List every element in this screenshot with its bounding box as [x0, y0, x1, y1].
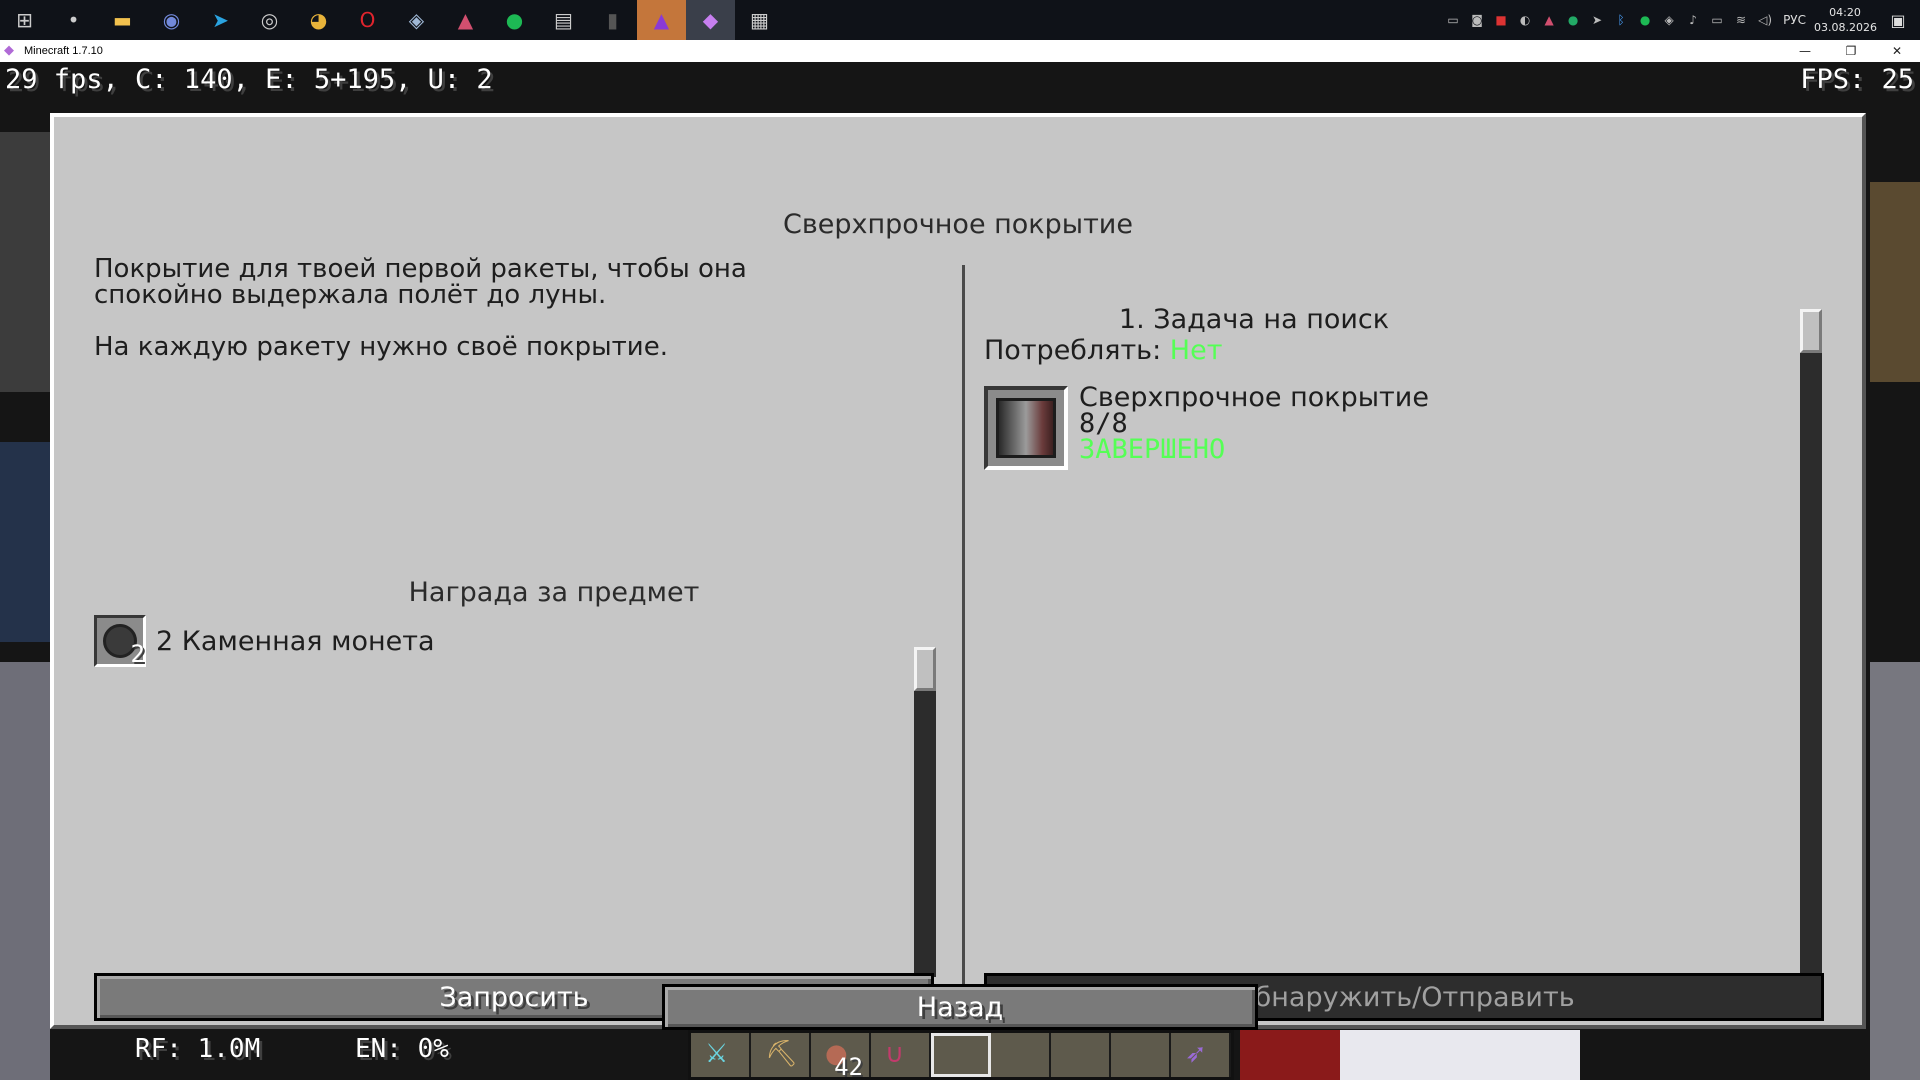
hotbar-slot-4[interactable]: ∪ [871, 1033, 931, 1077]
app-window-icon[interactable]: ▤ [539, 0, 588, 40]
hotbar-slot-1[interactable]: ⚔ [691, 1033, 751, 1077]
microphone-icon[interactable]: ♪ [1681, 0, 1705, 40]
heavy-duty-plating-icon [996, 398, 1056, 458]
tray-spotify-icon[interactable]: ● [1633, 0, 1657, 40]
reward-title: Награда за предмет [408, 577, 700, 608]
consume-label: Потреблять: [984, 335, 1162, 366]
quest-title: Сверхпрочное покрытие [783, 209, 1133, 240]
clock-date: 03.08.2026 [1814, 21, 1877, 34]
file-explorer-icon[interactable]: ▬ [98, 0, 147, 40]
task-title: 1. Задача на поиск [1118, 304, 1390, 335]
hotbar-slot-7[interactable] [1051, 1033, 1111, 1077]
hotbar: ⚔ ⛏ ● 42 ∪ ➶ [688, 1030, 1234, 1080]
spotify-icon[interactable]: ● [490, 0, 539, 40]
calculator-icon[interactable]: ▦ [735, 0, 784, 40]
obs-icon[interactable]: ◎ [245, 0, 294, 40]
opera-icon[interactable]: O [343, 0, 392, 40]
world-floor-right [1870, 662, 1920, 1080]
chrome-icon[interactable]: ◕ [294, 0, 343, 40]
system-tray: ▭ ◙ ■ ◐ ▲ ● ➤ ᛒ ● ◈ ♪ ▭ ≋ ◁) РУС 04:20 0… [1441, 0, 1920, 40]
back-button[interactable]: Назад [662, 984, 1258, 1030]
steam-icon[interactable]: ◈ [392, 0, 441, 40]
tray-app-icon[interactable]: ◙ [1465, 0, 1489, 40]
window-title: Minecraft 1.7.10 [24, 45, 103, 57]
taskbar-clock[interactable]: 04:20 03.08.2026 [1814, 5, 1877, 35]
task-item-name: Сверхпрочное покрытие [1079, 382, 1429, 413]
rf-energy-readout: RF: 1.0M [135, 1034, 261, 1064]
task-scrollbar[interactable] [1800, 309, 1822, 974]
quest-panel: Сверхпрочное покрытие Покрытие для твоей… [50, 113, 1866, 1029]
tray-green-icon[interactable]: ● [1561, 0, 1585, 40]
game-viewport: 29 fps, C: 140, E: 5+195, U: 2 FPS: 25 С… [0, 62, 1920, 1080]
reward-scrollbar-thumb[interactable] [914, 647, 936, 691]
minecraft-window-icon: ◆ [4, 43, 14, 58]
minimize-button[interactable]: — [1782, 40, 1828, 62]
debug-info: 29 fps, C: 140, E: 5+195, U: 2 [5, 64, 493, 95]
wifi-icon[interactable]: ≋ [1729, 0, 1753, 40]
tray-telegram-icon[interactable]: ➤ [1585, 0, 1609, 40]
notification-center-icon[interactable]: ▣ [1876, 0, 1920, 40]
mouse-app-icon[interactable]: ▮ [588, 0, 637, 40]
windows-start-icon[interactable]: ⊞ [0, 0, 49, 40]
reward-slot[interactable]: 2 [94, 615, 146, 668]
world-floor-left [0, 662, 50, 1080]
task-scrollbar-thumb[interactable] [1800, 309, 1822, 353]
diamond-sword-icon: ⚔ [705, 1039, 729, 1069]
telegram-icon[interactable]: ➤ [196, 0, 245, 40]
reward-label: 2 Каменная монета [156, 625, 435, 657]
en-energy-readout: EN: 0% [355, 1034, 449, 1064]
hotbar-slot-5[interactable] [931, 1033, 991, 1077]
hotbar-slot-9[interactable]: ➶ [1171, 1033, 1231, 1077]
hotbar-slot-6[interactable] [991, 1033, 1051, 1077]
world-machine-left [0, 442, 50, 642]
gem-app-icon[interactable]: ◆ [686, 0, 735, 40]
world-block-right [1870, 182, 1920, 382]
hotbar-slot-2[interactable]: ⛏ [751, 1033, 811, 1077]
hotbar-slot-3[interactable]: ● 42 [811, 1033, 871, 1080]
quest-description: Покрытие для твоей первой ракеты, чтобы … [94, 254, 747, 362]
window-controls: — ❐ ✕ [1782, 40, 1920, 62]
close-button[interactable]: ✕ [1874, 40, 1920, 62]
task-item-status: ЗАВЕРШЕНО [1079, 434, 1226, 465]
keyboard-icon[interactable]: ▭ [1441, 0, 1465, 40]
pickaxe-icon: ⛏ [765, 1039, 799, 1069]
reward-count: 2 [130, 640, 145, 668]
world-player-model [1340, 1030, 1580, 1080]
launcher-icon[interactable]: ▲ [441, 0, 490, 40]
clock-time: 04:20 [1829, 6, 1861, 19]
panel-divider [962, 265, 965, 1025]
task-item-slot[interactable] [984, 386, 1068, 470]
tray-steam-icon[interactable]: ◈ [1657, 0, 1681, 40]
bluetooth-icon[interactable]: ᛒ [1609, 0, 1633, 40]
reward-item: 2 2 Каменная монета [94, 615, 435, 668]
magnet-icon: ∪ [885, 1039, 905, 1069]
tray-swirl-icon[interactable]: ◐ [1513, 0, 1537, 40]
hotbar-count-3: 42 [834, 1053, 863, 1080]
discord-icon[interactable]: ◉ [147, 0, 196, 40]
consume-row: Потреблять: Нет [984, 335, 1222, 366]
restore-button[interactable]: ❐ [1828, 40, 1874, 62]
minecraft-launcher-icon[interactable]: ▲ [637, 0, 686, 40]
world-block-left [0, 132, 50, 392]
fps-counter: FPS: 25 [1800, 64, 1914, 95]
battery-icon[interactable]: ▭ [1705, 0, 1729, 40]
tray-launcher-icon[interactable]: ▲ [1537, 0, 1561, 40]
windows-taskbar: ⊞ • ▬ ◉ ➤ ◎ ◕ O ◈ ▲ ● ▤ ▮ ▲ ◆ ▦ ▭ ◙ ■ ◐ … [0, 0, 1920, 40]
taskbar-pinned-apps: ⊞ • ▬ ◉ ➤ ◎ ◕ O ◈ ▲ ● ▤ ▮ ▲ ◆ ▦ [0, 0, 784, 40]
hotbar-slot-8[interactable] [1111, 1033, 1171, 1077]
language-indicator[interactable]: РУС [1783, 13, 1806, 27]
consume-value: Нет [1169, 335, 1223, 366]
window-titlebar: ◆ Minecraft 1.7.10 — ❐ ✕ [0, 40, 1920, 62]
reward-scrollbar[interactable] [914, 647, 936, 977]
unknown-app-icon[interactable]: • [49, 0, 98, 40]
tray-red-app-icon[interactable]: ■ [1489, 0, 1513, 40]
bow-icon: ➶ [1185, 1039, 1207, 1069]
volume-icon[interactable]: ◁) [1753, 0, 1777, 40]
